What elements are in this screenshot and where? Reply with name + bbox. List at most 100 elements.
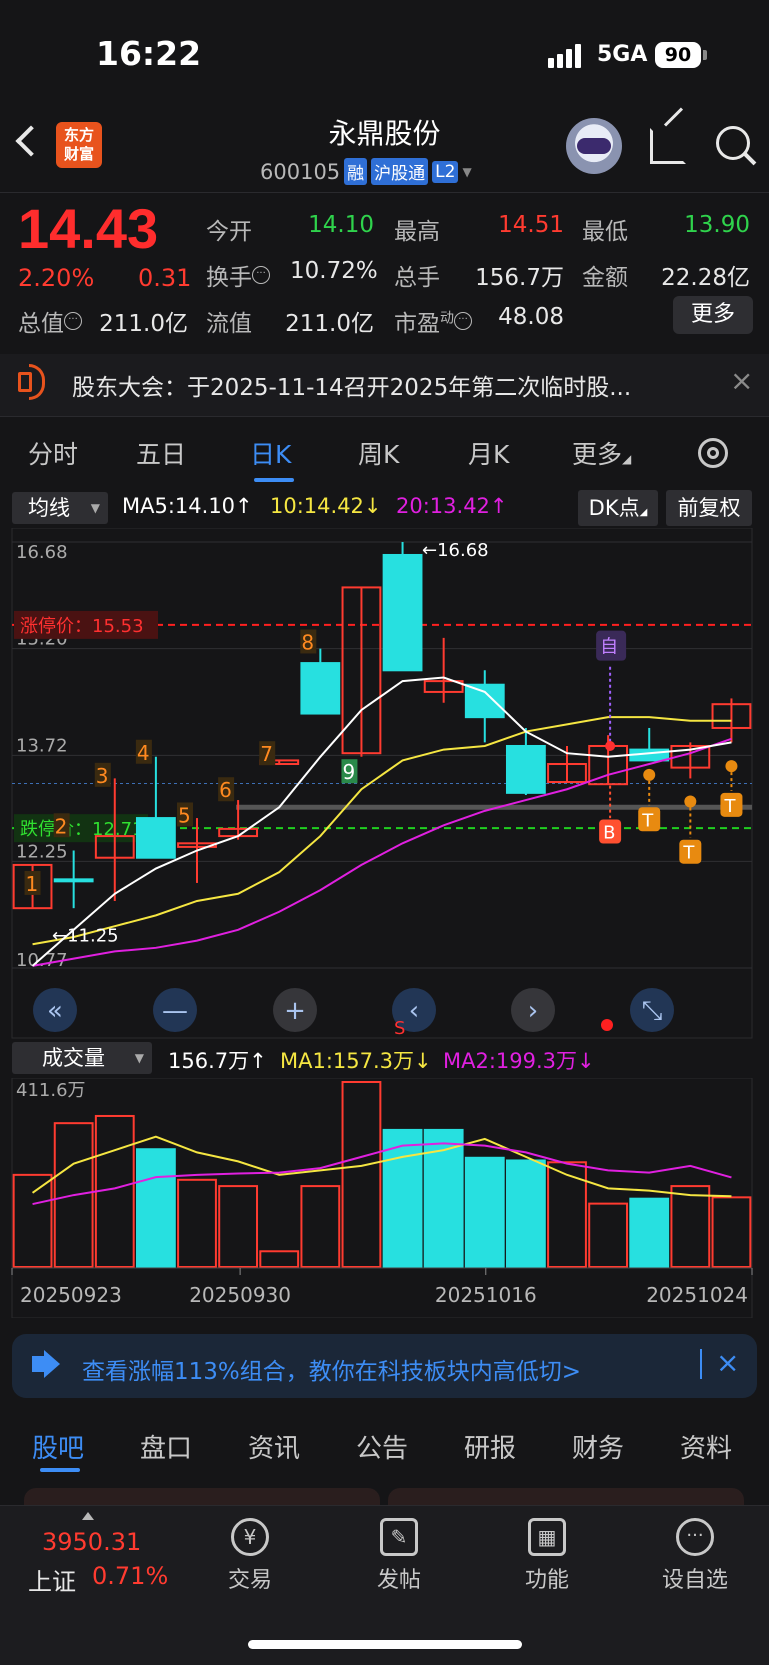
tab-monthly-k[interactable]: 月K — [468, 435, 509, 471]
tab-profile[interactable]: 资料 — [680, 1428, 732, 1465]
seq-marker: 7 — [260, 742, 273, 766]
fullscreen-control[interactable]: ⤡ — [630, 988, 674, 1032]
tab-more[interactable]: 更多◢ — [572, 435, 631, 471]
volume-y-top: 411.6万 — [16, 1080, 86, 1101]
tag-connect: 沪股通 — [371, 158, 429, 185]
robot-face — [577, 138, 611, 154]
share-icon[interactable] — [650, 128, 686, 164]
volume-bar — [464, 1156, 505, 1268]
volume-bar — [259, 1250, 300, 1268]
tab-announcements[interactable]: 公告 — [356, 1428, 408, 1465]
volume-value: 156.7万 — [475, 265, 564, 291]
trade-icon[interactable]: ¥ — [231, 1518, 269, 1556]
tab-orderbook[interactable]: 盘口 — [140, 1428, 192, 1465]
latest-dot — [601, 1019, 613, 1031]
zoom-out-control[interactable]: — — [153, 988, 197, 1032]
volume-ma2: MA2:199.3万↓ — [443, 1049, 595, 1073]
indicator-select[interactable]: 均线 ▼ — [12, 492, 108, 524]
date-label: 20251024 — [646, 1283, 748, 1307]
tab-forum[interactable]: 股吧 — [32, 1428, 84, 1465]
tab-finance[interactable]: 财务 — [572, 1428, 624, 1465]
post-icon[interactable]: ✎ — [380, 1518, 418, 1556]
tab-weekly-k[interactable]: 周K — [358, 435, 399, 471]
close-icon[interactable]: × — [730, 364, 753, 397]
volume-bar — [505, 1159, 546, 1268]
volume-bar — [382, 1128, 423, 1268]
nav-watchlist[interactable]: 设自选 — [645, 1562, 745, 1594]
tab-research[interactable]: 研报 — [464, 1428, 516, 1465]
network-label: 5GA — [597, 42, 648, 67]
volume-bar — [588, 1202, 629, 1268]
seq-marker: 9 — [342, 760, 355, 784]
nav-function[interactable]: 功能 — [497, 1562, 597, 1594]
t-signal: T — [641, 810, 654, 831]
volume-bar — [341, 1081, 382, 1268]
stock-code-row[interactable]: 600105 融 沪股通 L2 ▼ — [260, 158, 472, 185]
tab-news[interactable]: 资讯 — [248, 1428, 300, 1465]
t-signal-dot — [725, 760, 738, 773]
tab-daily-k[interactable]: 日K — [250, 435, 291, 471]
chevron-down-icon: ▼ — [462, 164, 472, 179]
tab-underline — [40, 1468, 80, 1472]
y-tick-label: 13.72 — [16, 735, 68, 756]
volume-bar — [177, 1178, 217, 1268]
volume-select[interactable]: 成交量 ▼ — [12, 1042, 152, 1074]
volume-bar — [547, 1161, 587, 1268]
mktcap-label: 总值 ··· — [18, 304, 82, 338]
nav-trade[interactable]: 交易 — [200, 1562, 300, 1594]
ma5-label: MA5:14.10↑ — [122, 494, 253, 518]
pe-value: 48.08 — [498, 304, 564, 330]
y-tick-label: 16.68 — [16, 542, 68, 563]
signal-icon — [548, 44, 584, 68]
date-label: 20250923 — [20, 1283, 122, 1307]
index-percent[interactable]: 0.71% — [92, 1562, 168, 1590]
control-glyph: « — [47, 996, 63, 1026]
seq-marker: 5 — [178, 803, 191, 827]
volume-label: 总手 — [394, 265, 440, 291]
candle-body — [505, 744, 546, 794]
volume-bar — [629, 1197, 670, 1268]
notice-text[interactable]: 股东大会：于2025-11-14召开2025年第二次临时股... — [72, 368, 702, 402]
info-icon[interactable]: ··· — [252, 266, 270, 285]
self-signal: 自 — [600, 637, 618, 658]
high-value: 14.51 — [498, 212, 564, 238]
change-percent: 2.20% — [18, 264, 95, 292]
low-value: 13.90 — [684, 212, 750, 238]
volume-current: 156.7万↑ — [168, 1049, 267, 1073]
index-name[interactable]: 上证 — [28, 1562, 76, 1597]
t-signal-dot — [643, 768, 656, 781]
nav-post[interactable]: 发帖 — [349, 1562, 449, 1594]
adjust-button[interactable]: 前复权 — [666, 490, 752, 526]
index-value[interactable]: 3950.31 — [42, 1528, 141, 1556]
info-icon[interactable]: ··· — [454, 312, 472, 331]
battery-icon: 90 — [655, 42, 701, 68]
zoom-in-control[interactable]: + — [273, 988, 317, 1032]
tab-five-day[interactable]: 五日 — [136, 435, 186, 471]
dk-point-button[interactable]: DK点◢ — [578, 490, 658, 526]
turnover-value: 10.72% — [290, 258, 378, 284]
control-glyph: ‹ — [409, 996, 419, 1026]
function-icon[interactable]: ▦ — [528, 1518, 566, 1556]
tab-intraday[interactable]: 分时 — [28, 435, 78, 471]
scroll-start-control[interactable]: « — [33, 988, 77, 1032]
tag-l2: L2 — [432, 160, 459, 183]
tab-underline — [254, 478, 294, 482]
low-label: 最低 — [582, 219, 628, 245]
info-icon[interactable]: ··· — [64, 312, 82, 331]
tag-margin: 融 — [344, 158, 368, 185]
divider — [0, 416, 769, 417]
pe-label: 市盈动 ··· — [394, 304, 472, 338]
volume-chart[interactable]: 411.6万 20250923 20250930 20251016 20251024 — [0, 1078, 769, 1318]
scroll-right-control[interactable]: › — [511, 988, 555, 1032]
close-icon[interactable]: × — [716, 1346, 739, 1379]
seq-marker: 1 — [26, 872, 39, 896]
volume-bar — [135, 1148, 176, 1268]
chevron-up-icon[interactable] — [82, 1512, 94, 1520]
current-price: 14.43 — [18, 197, 159, 260]
watchlist-icon[interactable]: ··· — [676, 1518, 714, 1556]
banner-text[interactable]: 查看涨幅113%组合，教你在科技板块内高低切> — [82, 1352, 581, 1386]
banner-separator — [700, 1349, 702, 1379]
volume-bar — [12, 1173, 53, 1268]
more-button[interactable]: 更多 — [673, 296, 753, 334]
kline-chart[interactable]: 16.6815.2013.7212.2510.77涨停价：15.53跌停价：12… — [0, 528, 769, 1040]
